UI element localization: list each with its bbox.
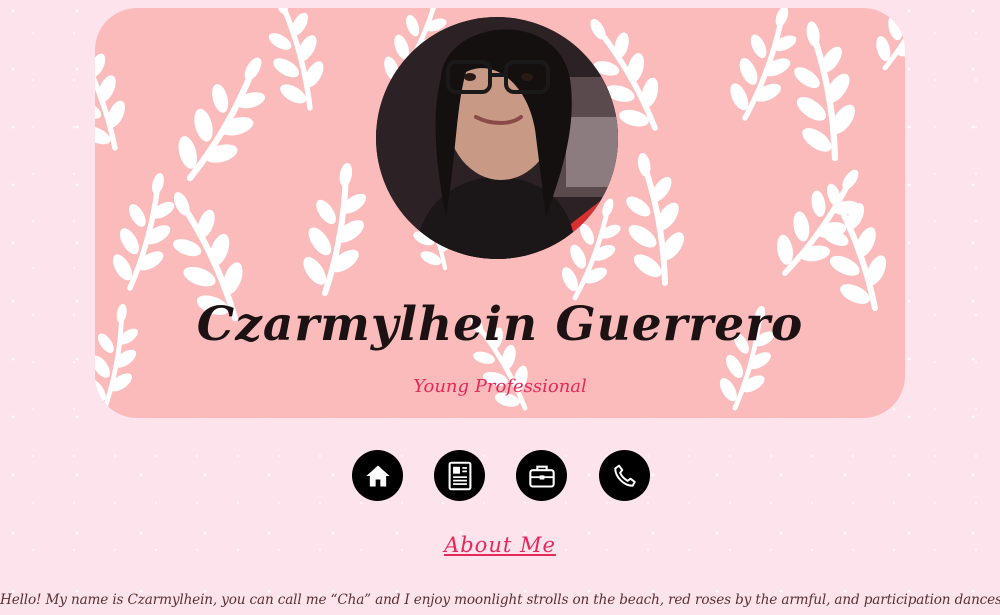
- contact-button[interactable]: [599, 450, 650, 501]
- profile-photo-illustration: [376, 17, 618, 259]
- briefcase-icon: [528, 465, 555, 488]
- profile-photo: [376, 17, 618, 259]
- icon-nav: [0, 450, 1000, 502]
- portfolio-button[interactable]: [516, 450, 567, 501]
- about-me-heading: About Me: [0, 530, 1000, 562]
- bio-text: Hello! My name is Czarmylhein, you can c…: [0, 592, 1000, 608]
- home-icon: [365, 465, 390, 486]
- profile-role: Young Professional: [413, 376, 587, 397]
- resume-button[interactable]: [434, 450, 485, 501]
- profile-name: Czarmylhein Guerrero: [196, 297, 804, 352]
- about-me-link[interactable]: About Me: [444, 533, 556, 557]
- phone-icon: [613, 464, 636, 487]
- home-button[interactable]: [352, 450, 403, 501]
- resume-icon: [448, 461, 471, 490]
